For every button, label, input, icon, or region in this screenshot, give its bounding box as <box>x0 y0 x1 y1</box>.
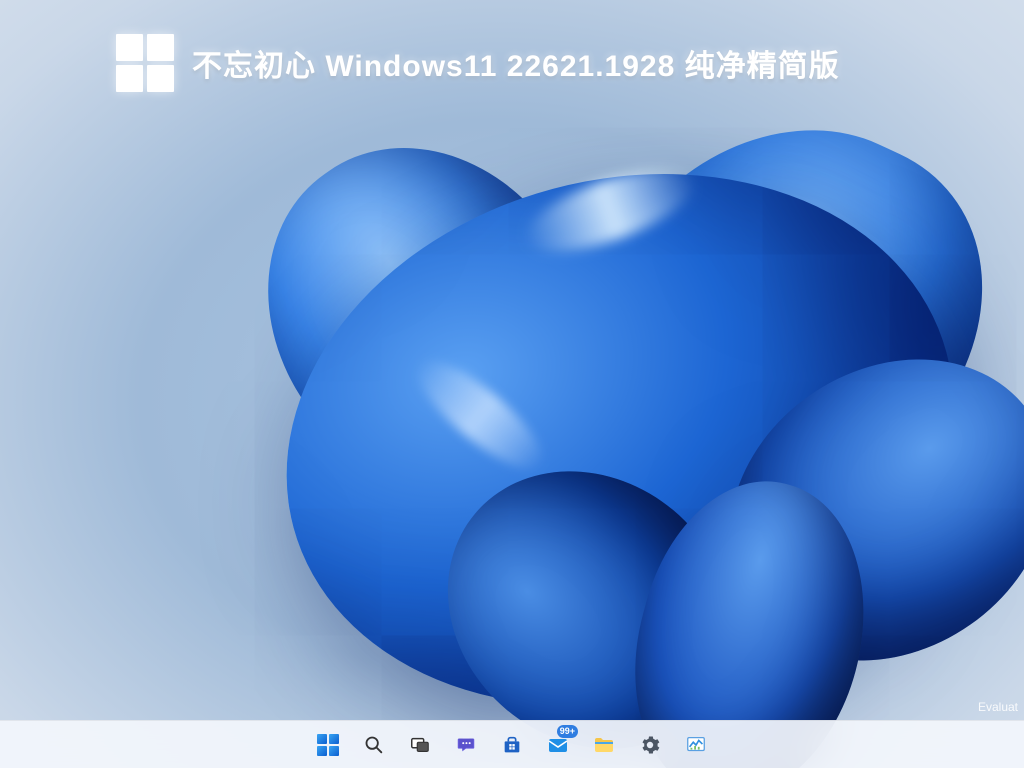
windows-logo-icon <box>116 34 174 92</box>
mail-button[interactable]: 99+ <box>538 725 578 765</box>
task-view-button[interactable] <box>400 725 440 765</box>
chat-icon <box>454 733 478 757</box>
chart-icon <box>684 733 708 757</box>
desktop[interactable]: 不忘初心 Windows11 22621.1928 纯净精简版 Evaluat <box>0 0 1024 768</box>
chat-button[interactable] <box>446 725 486 765</box>
start-button[interactable] <box>308 725 348 765</box>
folder-icon <box>592 733 616 757</box>
taskbar: 99+ <box>0 720 1024 768</box>
wallpaper-bloom <box>100 60 1024 720</box>
overlay-title-text: 不忘初心 Windows11 22621.1928 纯净精简版 <box>192 41 840 85</box>
file-explorer-button[interactable] <box>584 725 624 765</box>
microsoft-store-button[interactable] <box>492 725 532 765</box>
overlay-title: 不忘初心 Windows11 22621.1928 纯净精简版 <box>116 34 840 92</box>
evaluation-watermark: Evaluat <box>978 700 1018 714</box>
search-button[interactable] <box>354 725 394 765</box>
settings-button[interactable] <box>630 725 670 765</box>
mail-badge: 99+ <box>557 725 578 738</box>
gear-icon <box>638 733 662 757</box>
taskbar-center: 99+ <box>308 725 716 765</box>
store-icon <box>500 733 524 757</box>
search-icon <box>362 733 386 757</box>
task-view-icon <box>408 733 432 757</box>
watermark-line: Evaluat <box>978 700 1018 714</box>
monitor-app-button[interactable] <box>676 725 716 765</box>
windows-start-icon <box>316 733 340 757</box>
